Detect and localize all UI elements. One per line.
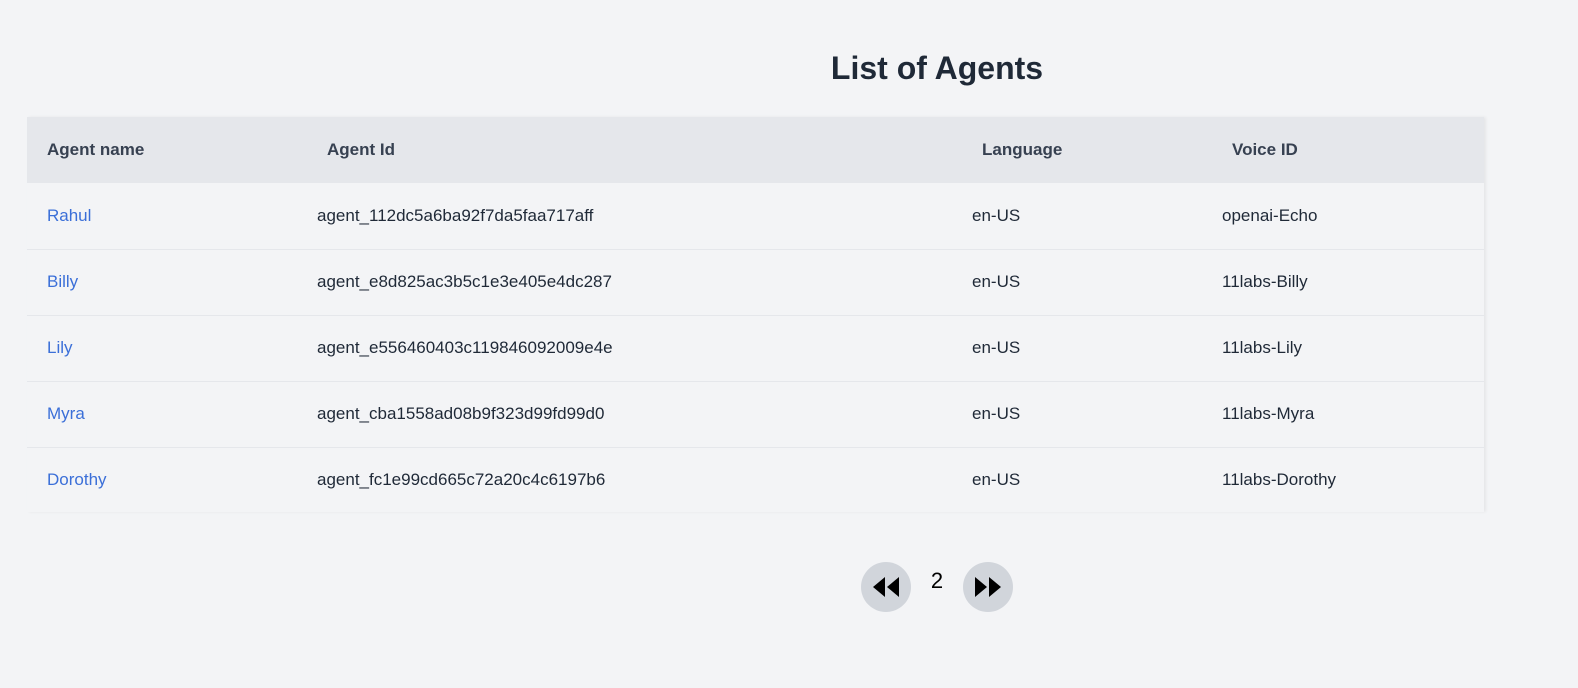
column-header-agent-id: Agent Id	[327, 140, 395, 159]
agent-name-link[interactable]: Billy	[47, 272, 78, 291]
agent-name-link[interactable]: Dorothy	[47, 470, 107, 489]
fast-forward-icon	[975, 577, 1001, 597]
next-page-button[interactable]	[963, 562, 1013, 612]
agent-id-cell: agent_fc1e99cd665c72a20c4c6197b6	[317, 470, 606, 490]
current-page-number: 2	[930, 568, 944, 593]
table-row: Billy agent_e8d825ac3b5c1e3e405e4dc287 e…	[27, 249, 1484, 315]
agents-table: Agent name Agent Id Language Voice ID Ra…	[27, 117, 1484, 512]
agents-table-container: Agent name Agent Id Language Voice ID Ra…	[27, 117, 1484, 512]
agent-id-cell: agent_cba1558ad08b9f323d99fd99d0	[317, 404, 605, 423]
rewind-icon	[873, 577, 899, 597]
voice-id-cell: openai-Echo	[1222, 205, 1318, 225]
agent-name-link[interactable]: Myra	[47, 404, 85, 423]
agent-name-link[interactable]: Rahul	[47, 206, 91, 225]
voice-id-cell: 11labs-Billy	[1222, 272, 1308, 291]
page-title: List of Agents	[830, 50, 1044, 86]
column-header-voice-id: Voice ID	[1232, 140, 1298, 159]
agent-id-cell: agent_112dc5a6ba92f7da5faa717aff	[317, 205, 594, 225]
language-cell: en-US	[972, 205, 1021, 225]
table-row: Dorothy agent_fc1e99cd665c72a20c4c6197b6…	[27, 447, 1484, 512]
language-cell: en-US	[972, 272, 1021, 291]
table-row: Myra agent_cba1558ad08b9f323d99fd99d0 en…	[27, 381, 1484, 447]
voice-id-cell: 11labs-Dorothy	[1222, 470, 1337, 490]
agent-id-cell: agent_e556460403c119846092009e4e	[317, 338, 613, 357]
column-header-agent-name: Agent name	[47, 140, 145, 159]
column-header-language: Language	[982, 140, 1063, 159]
language-cell: en-US	[972, 338, 1021, 357]
agent-name-link[interactable]: Lily	[47, 338, 73, 357]
voice-id-cell: 11labs-Myra	[1222, 404, 1315, 423]
page: List of Agents Agent name Agent Id Langu…	[0, 0, 1578, 688]
table-row: Rahul agent_112dc5a6ba92f7da5faa717aff e…	[27, 183, 1484, 249]
pagination: 2	[861, 562, 1013, 612]
language-cell: en-US	[972, 470, 1021, 490]
voice-id-cell: 11labs-Lily	[1222, 338, 1303, 357]
table-header-row: Agent name Agent Id Language Voice ID	[27, 117, 1484, 183]
previous-page-button[interactable]	[861, 562, 911, 612]
table-row: Lily agent_e556460403c119846092009e4e en…	[27, 315, 1484, 381]
language-cell: en-US	[972, 404, 1021, 423]
agent-id-cell: agent_e8d825ac3b5c1e3e405e4dc287	[317, 272, 612, 291]
